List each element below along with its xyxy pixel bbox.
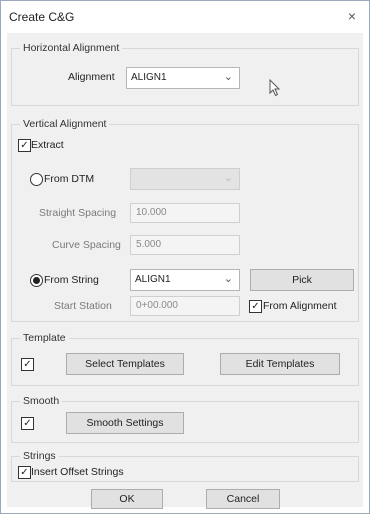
from-string-combo[interactable]: ALIGN1 ⌄	[130, 269, 240, 291]
chevron-down-icon: ⌄	[223, 71, 233, 83]
chevron-down-icon: ⌄	[223, 172, 233, 184]
dtm-combo[interactable]: ⌄	[130, 168, 240, 190]
straight-spacing-input[interactable]: 10.000	[130, 203, 240, 223]
close-icon[interactable]: ×	[343, 7, 361, 25]
straight-spacing-label: Straight Spacing	[39, 207, 117, 219]
curve-spacing-input[interactable]: 5.000	[130, 235, 240, 255]
smooth-settings-button[interactable]: Smooth Settings	[66, 412, 184, 434]
ok-button[interactable]: OK	[91, 489, 163, 509]
chevron-down-icon: ⌄	[223, 273, 233, 285]
extract-checkbox[interactable]: ✓	[18, 139, 31, 152]
edit-templates-button[interactable]: Edit Templates	[220, 353, 340, 375]
from-alignment-checkbox[interactable]: ✓	[249, 300, 262, 313]
curve-spacing-value: 5.000	[136, 239, 162, 250]
vertical-alignment-group: Vertical Alignment ✓ Extract From DTM ⌄ …	[11, 118, 359, 322]
template-title: Template	[20, 332, 69, 344]
from-alignment-label: From Alignment	[263, 300, 337, 312]
dialog-title: Create C&G	[9, 10, 75, 24]
alignment-combo[interactable]: ALIGN1 ⌄	[126, 67, 240, 89]
from-string-value: ALIGN1	[135, 274, 171, 285]
strings-group: Strings ✓ Insert Offset Strings	[11, 450, 359, 482]
start-station-value: 0+00.000	[136, 300, 178, 311]
dialog-client-area: Horizontal Alignment Alignment ALIGN1 ⌄ …	[7, 33, 363, 509]
alignment-combo-value: ALIGN1	[131, 72, 167, 83]
extract-label: Extract	[31, 139, 64, 151]
curve-spacing-label: Curve Spacing	[52, 239, 121, 251]
pick-button[interactable]: Pick	[250, 269, 354, 291]
insert-offset-strings-label: Insert Offset Strings	[31, 466, 124, 478]
title-bar: Create C&G ×	[1, 1, 369, 33]
from-string-label: From String	[44, 274, 99, 286]
template-group: Template ✓ Select Templates Edit Templat…	[11, 332, 359, 386]
start-station-label: Start Station	[54, 300, 112, 312]
horizontal-alignment-title: Horizontal Alignment	[20, 42, 123, 54]
mouse-pointer-icon	[269, 79, 281, 97]
select-templates-button[interactable]: Select Templates	[66, 353, 184, 375]
template-checkbox[interactable]: ✓	[21, 358, 34, 371]
smooth-group: Smooth ✓ Smooth Settings	[11, 395, 359, 443]
smooth-checkbox[interactable]: ✓	[21, 417, 34, 430]
strings-title: Strings	[20, 450, 59, 462]
insert-offset-strings-checkbox[interactable]: ✓	[18, 466, 31, 479]
vertical-alignment-title: Vertical Alignment	[20, 118, 110, 130]
cancel-button[interactable]: Cancel	[206, 489, 280, 509]
from-string-radio[interactable]	[30, 274, 43, 287]
from-dtm-radio[interactable]	[30, 173, 43, 186]
horizontal-alignment-group: Horizontal Alignment Alignment ALIGN1 ⌄	[11, 42, 359, 106]
smooth-title: Smooth	[20, 395, 63, 407]
straight-spacing-value: 10.000	[136, 207, 167, 218]
create-cg-dialog: Create C&G × Horizontal Alignment Alignm…	[0, 0, 370, 514]
start-station-input[interactable]: 0+00.000	[130, 296, 240, 316]
alignment-label: Alignment	[68, 71, 115, 83]
radio-selected-dot	[33, 277, 40, 284]
from-dtm-label: From DTM	[44, 173, 95, 185]
